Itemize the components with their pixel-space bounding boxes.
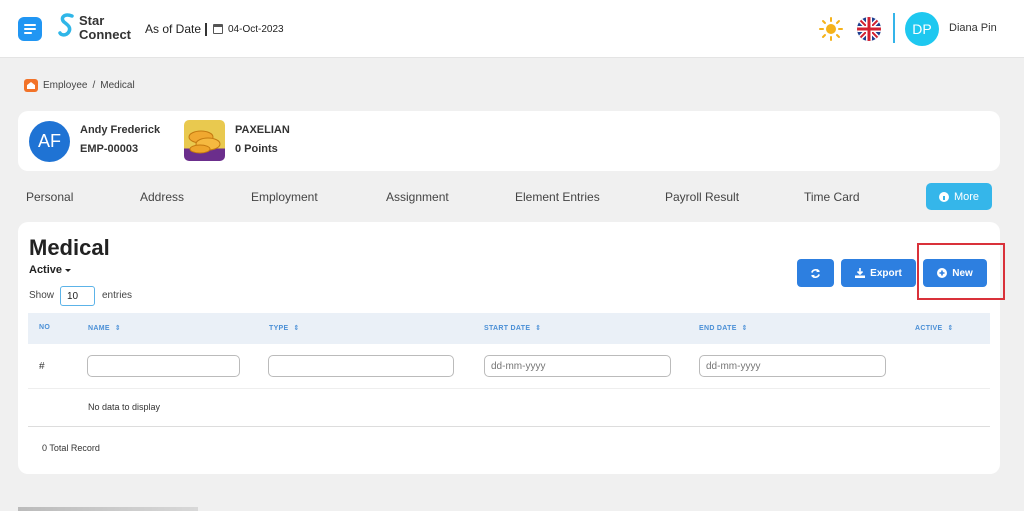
more-label: More [953, 190, 980, 203]
employee-card: AF Andy Frederick EMP-00003 PAXELIAN 0 P… [18, 111, 1000, 171]
tab-payroll-result[interactable]: Payroll Result [665, 190, 739, 204]
status-dropdown[interactable]: Active [29, 264, 72, 276]
show-label: Show [29, 290, 55, 301]
employee-name: Andy Frederick [80, 124, 161, 136]
download-icon [855, 268, 866, 278]
badge-name: PAXELIAN [235, 124, 290, 136]
logo-icon [58, 13, 74, 37]
tab-bar: Personal Address Employment Assignment E… [0, 182, 1024, 212]
breadcrumb-medical: Medical [100, 80, 135, 91]
chevron-down-icon [65, 268, 72, 272]
sun-icon[interactable] [819, 17, 843, 41]
empty-table-row: No data to display [28, 389, 990, 427]
filter-row: # [28, 344, 990, 389]
page-title: Medical [29, 235, 110, 260]
refresh-button[interactable] [797, 259, 834, 287]
column-header-active[interactable]: ACTIVE ⇕ [915, 324, 954, 332]
column-header-start-date[interactable]: START DATE ⇕ [484, 324, 541, 332]
menu-icon[interactable] [18, 17, 42, 41]
tab-address[interactable]: Address [140, 190, 184, 204]
footer-text [18, 507, 198, 511]
as-of-date-label: As of Date [145, 22, 202, 36]
total-record: 0 Total Record [42, 443, 100, 453]
sort-icon: ⇕ [947, 325, 954, 332]
name-filter-input[interactable] [87, 355, 240, 377]
entries-input[interactable] [60, 286, 95, 306]
user-name[interactable]: Diana Pin [949, 22, 997, 34]
end-date-filter-input[interactable] [699, 355, 886, 377]
employee-avatar: AF [29, 121, 70, 162]
more-button[interactable]: More [926, 183, 992, 210]
column-header-end-date[interactable]: END DATE ⇕ [699, 324, 748, 332]
row-marker: # [39, 361, 45, 372]
tab-time-card[interactable]: Time Card [804, 190, 860, 204]
export-label: Export [870, 267, 902, 279]
breadcrumb: Employee / Medical [24, 79, 135, 92]
column-active-label: ACTIVE [915, 325, 943, 332]
logo-line-1: Star [79, 13, 105, 28]
divider [893, 13, 895, 43]
sort-icon: ⇕ [741, 325, 748, 332]
column-type-label: TYPE [269, 325, 289, 332]
breadcrumb-employee[interactable]: Employee [43, 80, 87, 91]
logo-line-2: Connect [79, 27, 131, 42]
logo-text: Star Connect [79, 14, 131, 42]
column-header-type[interactable]: TYPE ⇕ [269, 324, 300, 332]
refresh-icon [811, 268, 820, 278]
as-of-date-value[interactable]: 04-Oct-2023 [228, 24, 284, 35]
medical-panel: Medical Active Show entries Export New N… [18, 222, 1000, 474]
calendar-icon[interactable] [213, 24, 223, 34]
info-icon [938, 191, 949, 202]
breadcrumb-separator: / [92, 80, 96, 91]
uk-flag-icon[interactable] [857, 17, 881, 41]
sort-icon: ⇕ [293, 325, 300, 332]
tab-assignment[interactable]: Assignment [386, 190, 449, 204]
top-bar: Star Connect As of Date 04-Oct-2023 DP D… [0, 0, 1024, 58]
column-end-date-label: END DATE [699, 325, 737, 332]
type-filter-input[interactable] [268, 355, 454, 377]
coins-badge-icon [184, 120, 225, 161]
tab-employment[interactable]: Employment [251, 190, 318, 204]
user-avatar[interactable]: DP [905, 12, 939, 46]
sort-icon: ⇕ [114, 325, 121, 332]
entries-label: entries [102, 290, 133, 301]
table-header: NO NAME ⇕ TYPE ⇕ START DATE ⇕ END DATE ⇕ ACT… [28, 313, 990, 344]
badge-points: 0 Points [235, 143, 278, 155]
new-button-highlight [917, 243, 1005, 300]
status-value: Active [29, 264, 63, 276]
tab-personal[interactable]: Personal [26, 190, 73, 204]
sort-icon: ⇕ [535, 325, 542, 332]
export-button[interactable]: Export [841, 259, 916, 287]
column-name-label: NAME [88, 325, 110, 332]
column-start-date-label: START DATE [484, 325, 531, 332]
column-header-name[interactable]: NAME ⇕ [88, 324, 121, 332]
no-data-text: No data to display [88, 402, 161, 412]
tab-element-entries[interactable]: Element Entries [515, 190, 600, 204]
employee-id: EMP-00003 [80, 143, 139, 155]
column-header-no: NO [39, 324, 51, 331]
divider [205, 23, 207, 36]
home-icon[interactable] [24, 79, 38, 92]
start-date-filter-input[interactable] [484, 355, 671, 377]
